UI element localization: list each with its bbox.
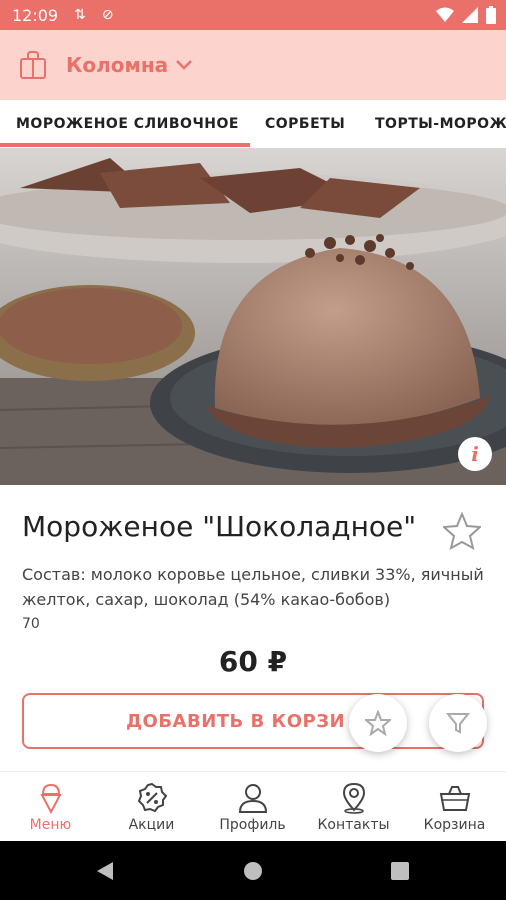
status-time: 12:09 xyxy=(12,5,59,25)
product-description: Состав: молоко коровье цельное, сливки 3… xyxy=(22,565,484,609)
user-icon xyxy=(238,784,268,813)
nav-promotions-label: Акции xyxy=(128,817,175,833)
filter-fab[interactable] xyxy=(429,694,487,752)
signal-icon xyxy=(462,7,478,23)
chevron-down-icon[interactable] xyxy=(176,60,193,70)
product-image xyxy=(0,148,506,485)
product-price: 60 ₽ xyxy=(218,645,288,678)
tab-ice-cream-cakes[interactable]: ТОРТЫ-МОРОЖЕ xyxy=(375,116,506,132)
add-to-cart-button[interactable]: ДОБАВИТЬ В КОРЗИ xyxy=(22,693,484,749)
category-tabs: МОРОЖЕНОЕ СЛИВОЧНОЕ СОРБЕТЫ ТОРТЫ-МОРОЖЕ xyxy=(0,100,506,148)
location-pin-icon xyxy=(342,782,366,814)
product-title: Мороженое "Шоколадное" xyxy=(22,510,417,543)
app-header: Коломна xyxy=(0,30,506,100)
data-transfer-icon: ⇅ xyxy=(74,7,86,23)
nav-menu[interactable]: Меню xyxy=(0,772,101,842)
home-icon[interactable] xyxy=(243,861,263,881)
nav-contacts[interactable]: Контакты xyxy=(303,772,404,842)
status-bar: 12:09 ⇅ ⊘ xyxy=(0,0,506,30)
store-bag-icon[interactable] xyxy=(20,51,46,79)
back-icon[interactable] xyxy=(95,861,115,881)
ice-cream-icon xyxy=(40,783,62,814)
star-icon xyxy=(365,710,391,736)
recents-icon[interactable] xyxy=(391,862,409,880)
nav-profile-label: Профиль xyxy=(219,817,286,833)
info-button[interactable]: i xyxy=(458,437,492,471)
battery-icon xyxy=(486,6,496,24)
nav-profile[interactable]: Профиль xyxy=(202,772,303,842)
filter-icon xyxy=(446,713,470,734)
nav-menu-label: Меню xyxy=(29,817,72,833)
product-weight: 70 xyxy=(22,616,40,632)
city-selector[interactable]: Коломна xyxy=(66,53,168,77)
tab-sorbets[interactable]: СОРБЕТЫ xyxy=(265,116,345,132)
nav-promotions[interactable]: Акции xyxy=(101,772,202,842)
favorite-star-icon[interactable] xyxy=(443,512,481,550)
wifi-icon xyxy=(436,7,454,22)
active-tab-indicator xyxy=(0,143,250,147)
nav-cart-label: Корзина xyxy=(423,817,486,833)
basket-icon xyxy=(439,786,471,811)
do-not-disturb-icon: ⊘ xyxy=(101,7,114,23)
tab-ice-cream-cream[interactable]: МОРОЖЕНОЕ СЛИВОЧНОЕ xyxy=(16,116,239,132)
bottom-navigation: Меню Акции Профиль Контакты Корзина xyxy=(0,771,506,842)
favorites-fab[interactable] xyxy=(349,694,407,752)
percent-badge-icon xyxy=(137,782,168,813)
system-navigation-bar xyxy=(0,841,506,900)
add-to-cart-label: ДОБАВИТЬ В КОРЗИ xyxy=(126,711,346,732)
nav-cart[interactable]: Корзина xyxy=(404,772,505,842)
nav-contacts-label: Контакты xyxy=(317,817,390,833)
